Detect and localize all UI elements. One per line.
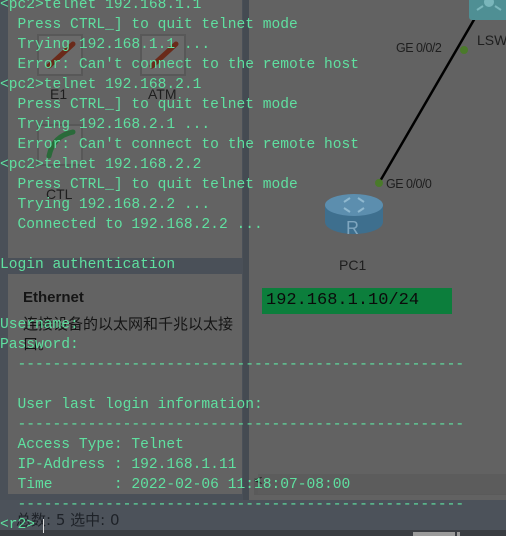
terminal-line: Password: — [0, 337, 79, 353]
terminal-line: Trying 192.168.2.2 ... — [0, 197, 211, 213]
terminal-caret — [43, 519, 44, 533]
terminal-line: Trying 192.168.2.1 ... — [0, 117, 211, 133]
terminal-line: <pc2>telnet 192.168.1.1 — [0, 0, 202, 13]
terminal-line: Time : 2022-02-06 11:18:07-08:00 — [0, 477, 351, 493]
terminal-line: Access Type: Telnet — [0, 437, 184, 453]
terminal-line: Error: Can't connect to the remote host — [0, 137, 360, 153]
terminal-line: Press CTRL_] to quit telnet mode — [0, 17, 298, 33]
terminal-line: Username: — [0, 317, 79, 333]
terminal-line: User last login information: — [0, 397, 263, 413]
terminal-line: ----------------------------------------… — [0, 357, 465, 373]
terminal-line: IP-Address : 192.168.1.11 — [0, 457, 237, 473]
terminal-line: <pc2>telnet 192.168.2.1 — [0, 77, 202, 93]
terminal-line: ----------------------------------------… — [0, 417, 465, 433]
terminal-line: <pc2>telnet 192.168.2.2 — [0, 157, 202, 173]
terminal-line: Login authentication — [0, 257, 176, 273]
terminal-line: ----------------------------------------… — [0, 497, 465, 513]
terminal-line: Error: Can't connect to the remote host — [0, 57, 360, 73]
terminal-line: Trying 192.168.1.1 ... — [0, 37, 211, 53]
terminal-line: Press CTRL_] to quit telnet mode — [0, 97, 298, 113]
terminal-output[interactable]: <pc2>telnet 192.168.1.1 Press CTRL_] to … — [0, 0, 506, 535]
terminal-line: Press CTRL_] to quit telnet mode — [0, 177, 298, 193]
terminal-line: <r2> — [0, 517, 36, 533]
terminal-line: Connected to 192.168.2.2 ... — [0, 217, 263, 233]
